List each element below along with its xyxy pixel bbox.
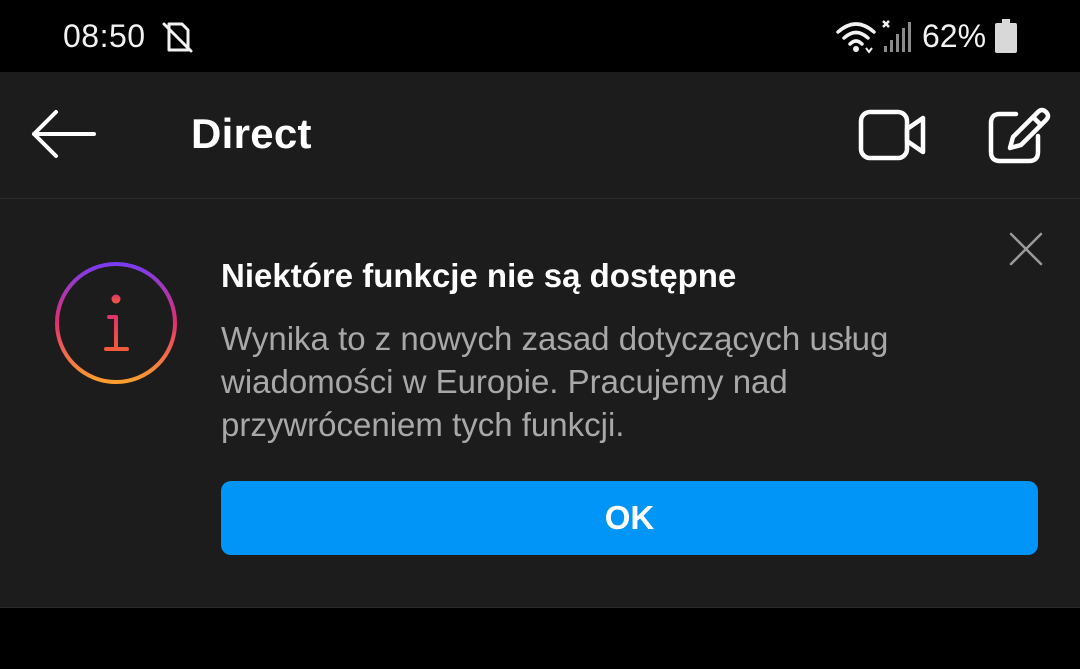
status-bar: 08:50 62%: [0, 0, 1080, 72]
no-sim-icon: [162, 22, 193, 53]
notice-banner: Niektóre funkcje nie są dostępne Wynika …: [0, 199, 1080, 608]
close-icon: [1009, 232, 1043, 266]
close-banner-button[interactable]: [1006, 229, 1046, 269]
wifi-icon: [836, 22, 876, 54]
battery-percent: 62%: [922, 18, 987, 54]
ok-button[interactable]: OK: [221, 481, 1038, 555]
banner-body: Wynika to z nowych zasad dotyczących usł…: [221, 320, 889, 443]
page-title: Direct: [191, 110, 312, 157]
new-message-button[interactable]: [982, 100, 1052, 170]
signal-icon: [882, 20, 911, 52]
top-bar: Direct: [0, 72, 1080, 199]
compose-icon: [988, 107, 1051, 164]
content-area: [0, 608, 1080, 669]
status-time: 08:50: [63, 18, 146, 54]
battery-icon: [995, 19, 1017, 53]
info-icon: [55, 262, 177, 384]
back-button[interactable]: [24, 102, 102, 166]
arrow-left-icon: [32, 110, 96, 158]
banner-title: Niektóre funkcje nie są dostępne: [221, 257, 737, 294]
video-call-button[interactable]: [854, 102, 930, 168]
video-camera-icon: [858, 109, 926, 161]
